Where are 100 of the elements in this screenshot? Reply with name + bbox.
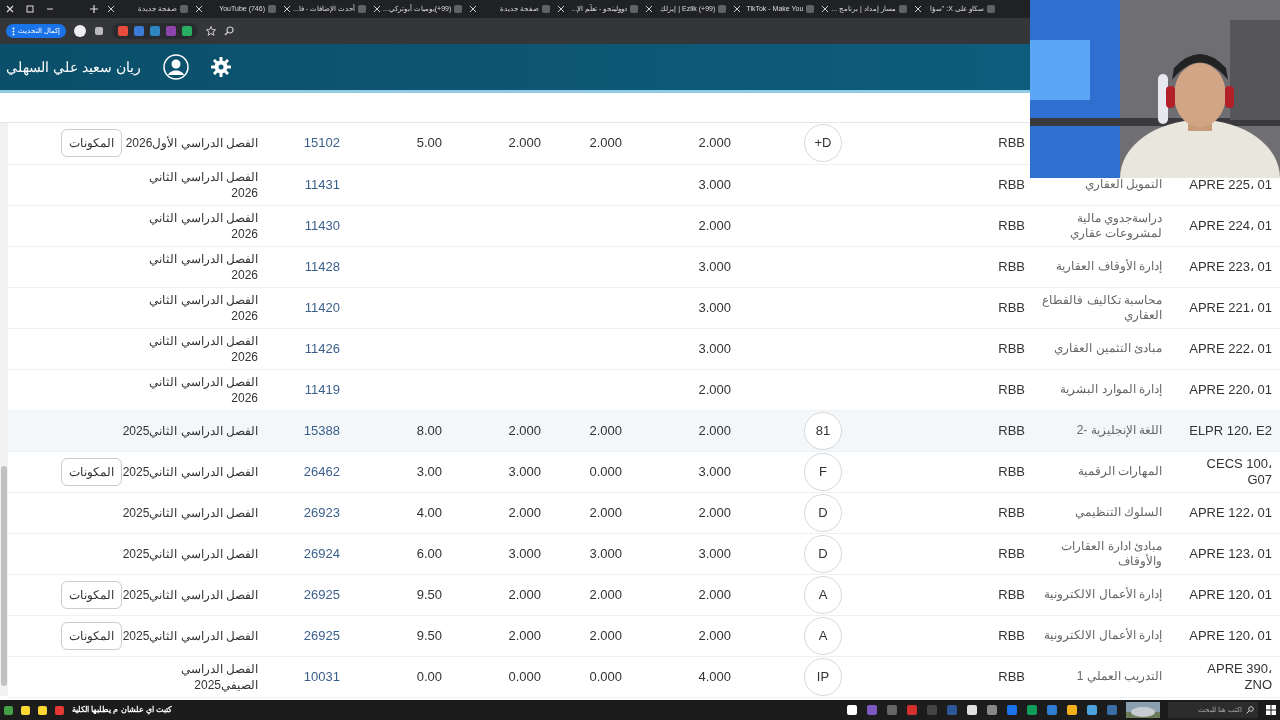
course-code: APRE 123، 01: [1189, 545, 1272, 561]
grade-badge: F: [804, 452, 842, 491]
course-name: إدارة الموارد البشرية: [1060, 382, 1162, 397]
table-cell: 2.000: [508, 422, 541, 438]
ticker-text: كتبت اي علشان م يطلبها الكلية: [72, 704, 173, 716]
course-link[interactable]: 11419: [304, 381, 340, 397]
semester-text: الفصل الدراسي الثاني 2026: [149, 333, 258, 364]
table-cell: 2.000: [698, 627, 731, 643]
table-cell: 2.000: [698, 504, 731, 520]
semester-text: الفصل الدراسي الثاني 2026: [149, 169, 258, 200]
course-code: APRE 122، 01: [1189, 504, 1272, 520]
table-cell: 9.50: [416, 586, 442, 602]
course-name: محاسبة تكاليف فالقطاع العقاري: [1042, 293, 1162, 322]
course-link[interactable]: 11430: [304, 217, 340, 233]
components-button[interactable]: المكونات: [61, 129, 122, 158]
table-cell: 0.00: [416, 668, 442, 684]
course-link[interactable]: 26923: [303, 504, 340, 520]
table-cell: RBB: [998, 668, 1025, 684]
components-button[interactable]: المكونات: [61, 621, 122, 650]
semester-text: الفصل الدراسي الثاني 2026: [149, 251, 258, 282]
semester-text: الفصل الدراسي الأول2026: [125, 136, 258, 151]
course-link[interactable]: 26462: [303, 463, 340, 479]
course-code: APRE 390، ZNO: [1207, 660, 1272, 692]
course-code: APRE 223، 01: [1189, 258, 1272, 274]
table-cell: 3.000: [589, 545, 622, 561]
table-cell: 2.000: [508, 504, 541, 520]
table-cell: 2.000: [698, 217, 731, 233]
course-code: APRE 220، 01: [1189, 381, 1272, 397]
table-cell: RBB: [998, 176, 1025, 192]
course-code: APRE 221، 01: [1189, 299, 1272, 315]
grade-badge: A: [804, 616, 842, 655]
table-cell: 3.000: [698, 299, 731, 315]
table-cell: 6.00: [416, 545, 442, 561]
table-cell: 3.000: [508, 463, 541, 479]
components-button[interactable]: المكونات: [61, 580, 122, 609]
semester-text: الفصل الدراسي الثاني2025: [122, 628, 258, 643]
semester-text: الفصل الدراسي الثاني2025: [122, 423, 258, 438]
semester-text: الفصل الدراسي الثاني 2026: [149, 374, 258, 405]
course-code: CECS 100، G07: [1206, 455, 1272, 487]
grade-badge: D: [804, 493, 842, 532]
course-name: المهارات الرقمية: [1077, 464, 1162, 479]
course-name: إدارة الأعمال الالكترونية: [1044, 628, 1162, 643]
table-cell: 2.000: [589, 627, 622, 643]
table-cell: 2.000: [698, 135, 731, 151]
course-link[interactable]: 11426: [304, 340, 340, 356]
table-cell: 9.50: [416, 627, 442, 643]
table-cell: RBB: [998, 135, 1025, 151]
course-code: APRE 120، 01: [1189, 627, 1272, 643]
course-name: التدريب العملي 1: [1076, 669, 1162, 684]
course-link[interactable]: 15388: [303, 422, 340, 438]
course-name: مبادئ التثمين العقاري: [1054, 341, 1162, 356]
course-link[interactable]: 26925: [303, 627, 340, 643]
course-link[interactable]: 11428: [304, 258, 340, 274]
table-cell: 2.000: [508, 135, 541, 151]
course-link[interactable]: 26924: [303, 545, 340, 561]
table-cell: RBB: [998, 504, 1025, 520]
table-cell: RBB: [998, 545, 1025, 561]
table-cell: 3.000: [698, 176, 731, 192]
table-cell: 2.000: [508, 627, 541, 643]
semester-text: الفصل الدراسي الثاني 2026: [149, 210, 258, 241]
course-code: ELPR 120، E2: [1189, 422, 1272, 438]
semester-text: الفصل الدراسي الصيفي2025: [180, 661, 258, 692]
table-cell: 4.00: [416, 504, 442, 520]
semester-text: الفصل الدراسي الثاني2025: [122, 587, 258, 602]
course-link[interactable]: 11431: [304, 176, 340, 192]
course-name: مبادئ ادارة العقارات والأوقاف: [1061, 539, 1162, 568]
user-name: ريان سعيد علي السهلي: [6, 57, 141, 78]
course-name: إدارة الأوقاف العقارية: [1056, 259, 1162, 274]
course-code: APRE 224، 01: [1189, 217, 1272, 233]
course-code: APRE 225، 01: [1189, 176, 1272, 192]
table-cell: 0.000: [589, 668, 622, 684]
table-cell: 3.000: [508, 545, 541, 561]
table-cell: 3.000: [698, 545, 731, 561]
table-cell: RBB: [998, 463, 1025, 479]
course-link[interactable]: 26925: [303, 586, 340, 602]
table-cell: RBB: [998, 627, 1025, 643]
grade-badge: A: [804, 575, 842, 614]
table-cell: RBB: [998, 422, 1025, 438]
course-link[interactable]: 11420: [304, 299, 340, 315]
course-code: APRE 222، 01: [1189, 340, 1272, 356]
table-cell: 2.000: [508, 586, 541, 602]
course-name: اللغة الإنجليزية -2: [1076, 423, 1162, 438]
components-button[interactable]: المكونات: [61, 457, 122, 486]
table-cell: 3.000: [698, 258, 731, 274]
semester-text: الفصل الدراسي الثاني2025: [122, 464, 258, 479]
table-cell: 2.000: [589, 586, 622, 602]
table-cell: RBB: [998, 381, 1025, 397]
grade-badge: +D: [804, 124, 842, 163]
grade-badge: D: [804, 534, 842, 573]
course-name: إدارة الأعمال الالكترونية: [1044, 587, 1162, 602]
table-cell: 2.000: [698, 422, 731, 438]
table-cell: 8.00: [416, 422, 442, 438]
table-cell: RBB: [998, 217, 1025, 233]
course-link[interactable]: 15102: [303, 135, 340, 151]
table-cell: 2.000: [589, 422, 622, 438]
table-cell: 4.000: [698, 668, 731, 684]
course-link[interactable]: 10031: [303, 668, 340, 684]
table-cell: 2.000: [698, 381, 731, 397]
semester-text: الفصل الدراسي الثاني2025: [122, 546, 258, 561]
grade-badge: IP: [804, 657, 842, 696]
